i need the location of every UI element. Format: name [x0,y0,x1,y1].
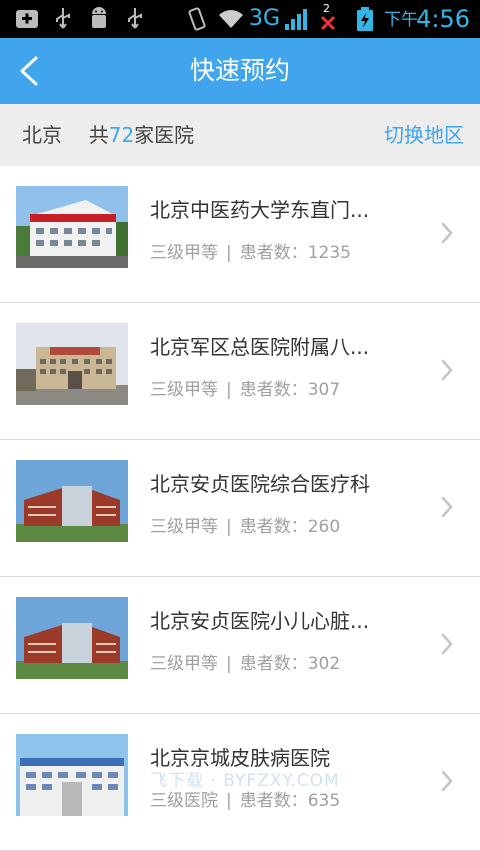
patients-label: 患者数： [239,654,308,674]
chevron-right-icon [441,633,453,655]
battery-charging-icon [357,7,373,31]
app-header: 快速预约 [0,38,480,104]
usb-icon [56,8,70,29]
watermark-text: 飞下载 · BYFZXY.COM [150,771,340,791]
chevron-right-icon [441,770,453,792]
hospital-list-item[interactable]: 北京安贞医院综合医疗科 三级甲等 | 患者数：260 [0,440,480,577]
hospital-photo [16,323,128,405]
hospital-meta: 三级甲等 | 患者数：307 [150,375,340,400]
chevron-right-icon [441,359,453,381]
patients-label: 患者数： [239,517,308,537]
patient-count: 260 [307,517,341,537]
switch-region-button[interactable]: 切换地区 [384,104,464,166]
hospital-level: 三级甲等 [150,517,218,537]
hospital-list-item[interactable]: 北京安贞医院小儿心脏... 三级甲等 | 患者数：302 [0,577,480,714]
patient-count: 302 [307,654,341,674]
patients-label: 患者数： [239,243,308,263]
hospital-name: 北京安贞医院综合医疗科 [150,472,370,496]
hospital-name: 北京军区总医院附属八... [150,335,370,359]
hospital-count: 72 [108,123,135,147]
status-bar: 3G 2 下午 4:56 [0,0,480,38]
meta-separator: | [226,654,232,674]
region-summary: 北京 共72家医院 [22,104,194,166]
chevron-right-icon [441,496,453,518]
chevron-right-icon [441,222,453,244]
region-prefix: 共 [88,123,109,147]
hospital-photo [16,460,128,542]
meta-separator: | [226,380,232,400]
no-signal-icon [320,15,336,31]
clock: 4:56 [416,5,470,33]
patient-count: 1235 [307,243,351,263]
usb-icon-2 [128,8,142,29]
hospital-list-item[interactable]: 北京中医药大学东直门... 三级甲等 | 患者数：1235 [0,166,480,303]
meta-separator: | [226,243,232,263]
patient-count: 635 [307,791,341,811]
download-notification-icon [16,10,38,28]
hospital-photo [16,186,128,268]
page-title: 快速预约 [189,56,290,85]
hospital-name: 北京安贞医院小儿心脏... [150,609,370,633]
region-bar: 北京 共72家医院 切换地区 [0,104,480,166]
wifi-icon [219,10,243,29]
patient-count: 307 [307,380,341,400]
hospital-photo [16,734,128,816]
vibrate-icon [188,7,206,31]
region-suffix: 家医院 [134,123,195,147]
signal-icon [285,9,307,30]
hospital-meta: 三级甲等 | 患者数：302 [150,649,340,674]
hospital-level: 三级甲等 [150,380,218,400]
meta-separator: | [226,517,232,537]
hospital-meta: 三级甲等 | 患者数：1235 [150,238,351,263]
region-city: 北京 [22,123,62,147]
hospital-meta: 三级甲等 | 患者数：260 [150,512,340,537]
hospital-name: 北京中医药大学东直门... [150,198,370,222]
hospital-list-item[interactable]: 北京军区总医院附属八... 三级甲等 | 患者数：307 [0,303,480,440]
hospital-list: 北京中医药大学东直门... 三级甲等 | 患者数：1235 北京军区总医院附属八… [0,166,480,851]
patients-label: 患者数： [239,791,308,811]
android-debug-icon [92,7,106,28]
network-type: 3G [249,6,281,31]
hospital-photo [16,597,128,679]
hospital-level: 三级甲等 [150,243,218,263]
hospital-level: 三级医院 [150,791,218,811]
ampm-label: 下午 [384,10,418,30]
meta-separator: | [226,791,232,811]
hospital-level: 三级甲等 [150,654,218,674]
patients-label: 患者数： [239,380,308,400]
